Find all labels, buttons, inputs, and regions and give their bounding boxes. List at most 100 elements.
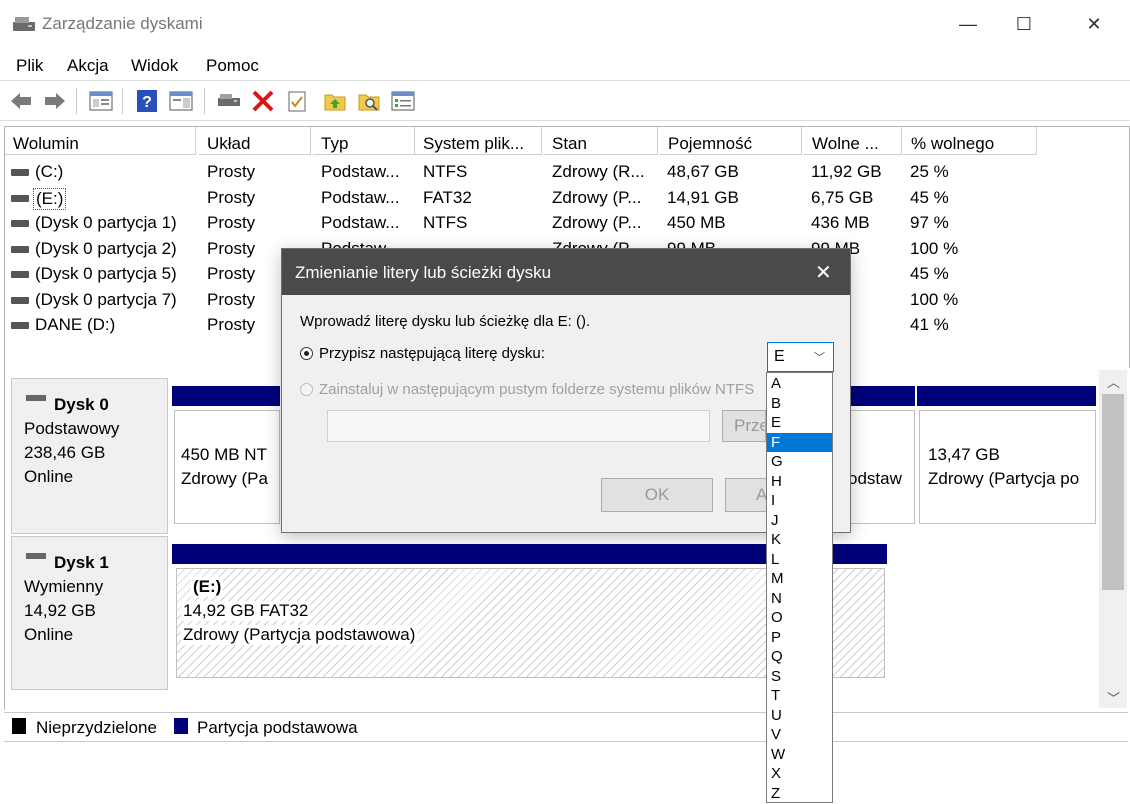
toolbar-separator [122, 88, 123, 114]
dialog-close-button[interactable]: ✕ [815, 260, 832, 285]
letter-option[interactable]: L [767, 550, 832, 570]
minimize-button[interactable]: — [940, 0, 996, 48]
column-header-type[interactable]: Typ [313, 127, 415, 155]
show-hide-console-tree-button[interactable] [88, 88, 114, 114]
letter-option[interactable]: A [767, 374, 832, 394]
browse-button[interactable]: Prze [722, 410, 766, 442]
table-cell: Prosty [207, 213, 256, 232]
letter-option[interactable]: N [767, 589, 832, 609]
primary-swatch [174, 718, 188, 734]
scroll-down-icon[interactable]: ﹀ [1107, 688, 1120, 707]
letter-option[interactable]: I [767, 491, 832, 511]
column-header-volume[interactable]: Wolumin [5, 127, 196, 155]
legend: Nieprzydzielone Partycja podstawowa [4, 712, 1128, 742]
ok-button[interactable]: OK [601, 478, 713, 512]
menu-help[interactable]: Pomoc [206, 56, 259, 76]
mount-folder-radio[interactable] [300, 383, 313, 396]
maximize-button[interactable]: ☐ [996, 0, 1052, 48]
column-header-layout[interactable]: Układ [199, 127, 311, 155]
letter-option[interactable]: B [767, 394, 832, 414]
letter-option[interactable]: W [767, 745, 832, 765]
dialog-title: Zmienianie litery lub ścieżki dysku [295, 263, 552, 282]
help-button[interactable]: ? [134, 88, 160, 114]
toolbar-separator [76, 88, 77, 114]
table-cell: 45 % [910, 264, 949, 283]
table-cell: Podstaw... [321, 213, 400, 232]
table-cell: (E:) [33, 187, 67, 210]
disk-0-label-panel[interactable]: Dysk 0 Podstawowy 238,46 GB Online [11, 378, 168, 534]
disk-0-partition-mid[interactable]: odstaw [845, 410, 915, 524]
disk-1-label-panel[interactable]: Dysk 1 Wymienny 14,92 GB Online [11, 536, 168, 690]
assign-letter-radio[interactable] [300, 347, 313, 360]
browse-label: Prze [734, 416, 766, 435]
table-row[interactable]: (Dysk 0 partycja 1) Prosty Podstaw... NTFS Z… [5, 210, 1129, 235]
cancel-button[interactable]: A [725, 478, 767, 512]
letter-option[interactable]: J [767, 511, 832, 531]
table-cell: Podstaw... [321, 187, 400, 207]
column-header-filesystem[interactable]: System plik... [415, 127, 542, 155]
disk-0-partition-last[interactable]: 13,47 GB Zdrowy (Partycja po [919, 410, 1096, 524]
menu-view[interactable]: Widok [131, 56, 178, 76]
connect-disk-button[interactable] [216, 88, 242, 114]
column-header-capacity[interactable]: Pojemność [660, 127, 802, 155]
folder-path-input[interactable] [327, 410, 710, 442]
forward-button[interactable] [42, 88, 68, 114]
letter-option[interactable]: U [767, 706, 832, 726]
drive-letter-select[interactable]: E ﹀ [767, 342, 834, 372]
scroll-up-icon[interactable]: ︿ [1107, 372, 1120, 391]
partition-status: Zdrowy (Partycja podstawowa) [181, 625, 418, 645]
disk-1-name: Dysk 1 [54, 553, 109, 572]
table-cell: (Dysk 0 partycja 7) [35, 289, 177, 309]
letter-option[interactable]: E [767, 413, 832, 433]
show-hide-action-pane-button[interactable] [168, 88, 194, 114]
column-header-status[interactable]: Stan [544, 127, 658, 155]
table-cell: Zdrowy (R... [552, 162, 645, 181]
properties-button[interactable] [284, 88, 310, 114]
letter-option[interactable]: Q [767, 647, 832, 667]
letter-option[interactable]: Z [767, 784, 832, 804]
back-button[interactable] [8, 88, 34, 114]
delete-x-icon [252, 90, 274, 112]
letter-option[interactable]: G [767, 452, 832, 472]
scroll-thumb[interactable] [1102, 394, 1124, 590]
table-cell: (Dysk 0 partycja 5) [35, 264, 177, 283]
assign-letter-label[interactable]: Przypisz następującą literę dysku: [319, 345, 545, 362]
letter-option[interactable]: P [767, 628, 832, 648]
letter-option[interactable]: O [767, 608, 832, 628]
letter-option[interactable]: M [767, 569, 832, 589]
menu-action[interactable]: Akcja [67, 56, 109, 76]
table-cell: Prosty [207, 187, 256, 207]
table-row[interactable]: (E:) Prosty Podstaw... FAT32 Zdrowy (P... 14,… [5, 185, 1129, 210]
letter-option[interactable]: H [767, 472, 832, 492]
letter-option[interactable]: X [767, 764, 832, 784]
search-folder-button[interactable] [356, 88, 382, 114]
letter-option[interactable]: S [767, 667, 832, 687]
table-cell: 11,92 GB [811, 162, 882, 181]
table-row[interactable]: (C:) Prosty Podstaw... NTFS Zdrowy (R... 48,6… [5, 159, 1129, 184]
toolbar: ? [0, 82, 1130, 121]
delete-button[interactable] [250, 88, 276, 114]
disk-1-status: Online [24, 625, 74, 644]
dialog-title-bar: Zmienianie litery lub ścieżki dysku ✕ [282, 249, 850, 295]
close-button[interactable]: ✕ [1066, 0, 1122, 48]
drive-letter-dropdown-list[interactable]: ABEFGHIJKLMNOPQSTUVWXZ [766, 372, 833, 803]
letter-option[interactable]: V [767, 725, 832, 745]
minimize-icon: — [959, 13, 977, 34]
column-header-free-space[interactable]: Wolne ... [804, 127, 902, 155]
checklist-button[interactable] [390, 88, 416, 114]
table-cell: (C:) [35, 162, 64, 181]
table-cell: (Dysk 0 partycja 2) [35, 238, 177, 258]
up-folder-button[interactable] [322, 88, 348, 114]
vertical-scrollbar[interactable]: ︿ ﹀ [1099, 370, 1127, 708]
disk-0-partition-1[interactable]: 450 MB NT Zdrowy (Pa [174, 410, 280, 524]
letter-option[interactable]: K [767, 530, 832, 550]
letter-option[interactable]: T [767, 686, 832, 706]
letter-option[interactable]: F [767, 432, 832, 452]
legend-primary: Partycja podstawowa [197, 718, 358, 737]
action-pane-icon [169, 91, 193, 111]
table-cell: NTFS [423, 213, 468, 232]
checklist-icon [391, 91, 415, 111]
mount-folder-label[interactable]: Zainstaluj w następującym pustym folderz… [319, 381, 754, 398]
column-header-percent-free[interactable]: % wolnego [903, 127, 1037, 155]
menu-file[interactable]: Plik [16, 56, 43, 76]
